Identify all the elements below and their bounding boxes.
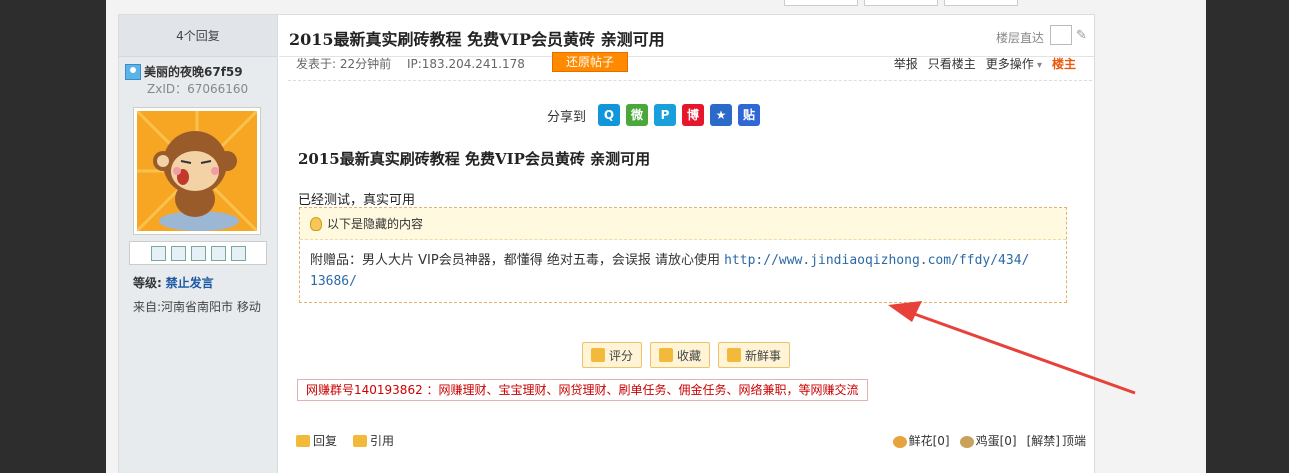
egg-icon — [959, 435, 974, 448]
hidden-link-cont[interactable]: 13686/ — [310, 274, 357, 289]
level-label: 等级: — [133, 276, 162, 290]
search-posts-icon[interactable] — [190, 245, 206, 261]
post-ip: IP:183.204.241.178 — [406, 57, 525, 71]
news-label: 新鲜事 — [745, 348, 782, 363]
qq-icon[interactable]: Q — [598, 104, 621, 126]
monkey-avatar-icon — [137, 111, 257, 231]
eggs-label: 鸡蛋[0] — [975, 434, 1017, 448]
reply-count: 4个回复 — [119, 15, 277, 57]
hidden-heading: 以下是隐藏的内容 — [327, 216, 424, 231]
hidden-content-box: 以下是隐藏的内容 附赠品：男人大片 VIP会员神器，都懂得 绝对五毒，会误报 请… — [299, 207, 1067, 303]
post-meta: 发表于: 22分钟前 IP:183.204.241.178 — [296, 55, 525, 72]
news-icon — [727, 348, 742, 362]
reply-link[interactable]: 回复 — [296, 432, 337, 449]
author-location: 来自:河南省南阳市 移动 — [133, 300, 261, 314]
eggs-link[interactable]: 鸡蛋[0] — [959, 432, 1017, 449]
reply-icon — [296, 434, 310, 447]
share-bar: 分享到 Q 微 P 博 ★ 贴 — [547, 104, 761, 126]
top-button-3[interactable] — [944, 0, 1018, 6]
flowers-link[interactable]: 鲜花[0] — [892, 432, 950, 449]
flowers-label: 鲜花[0] — [908, 434, 950, 448]
author-actions — [129, 241, 267, 265]
add-friend-icon[interactable] — [170, 245, 186, 261]
profile-icon[interactable] — [210, 245, 226, 261]
unlock-link[interactable]: [解禁] — [1027, 432, 1060, 449]
collect-button[interactable]: 收藏 — [650, 342, 711, 368]
post-title: 2015最新真实刷砖教程 免费VIP会员黄砖 亲测可用 — [289, 30, 665, 49]
rate-label: 评分 — [609, 348, 634, 363]
top-link[interactable]: 顶端 — [1062, 432, 1086, 449]
content-line: 已经测试，真实可用 — [298, 193, 416, 208]
quote-icon — [353, 434, 368, 447]
gift-icon[interactable] — [230, 245, 246, 261]
p-icon[interactable]: P — [654, 104, 677, 126]
share-label: 分享到 — [547, 109, 587, 125]
post-actions: 举报 只看楼主 更多操作 楼主 — [894, 55, 1076, 72]
message-icon[interactable] — [150, 245, 166, 261]
thumbs-up-icon — [591, 348, 605, 362]
quote-label: 引用 — [370, 434, 395, 448]
reply-label: 回复 — [313, 434, 338, 448]
hidden-content-text: 附赠品：男人大片 VIP会员神器，都懂得 绝对五毒，会误报 请放心使用 http… — [300, 240, 1066, 292]
star-icon[interactable]: ★ — [710, 104, 733, 126]
wechat-icon[interactable]: 微 — [626, 104, 649, 126]
rate-button[interactable]: 评分 — [582, 342, 643, 368]
more-actions-dropdown[interactable]: 更多操作 — [986, 55, 1042, 72]
author-column: 4个回复 美丽的夜晚67f59 ZxID：67066160 等级: 禁止发言 来… — [119, 15, 278, 473]
post-title-bar: 2015最新真实刷砖教程 免费VIP会员黄砖 亲测可用 楼层直达 ✎ — [279, 15, 1094, 57]
weibo-icon[interactable]: 博 — [682, 104, 705, 126]
star-outline-icon — [659, 348, 674, 362]
user-icon — [125, 63, 141, 80]
only-host-link[interactable]: 只看楼主 — [928, 55, 976, 72]
hidden-content-header: 以下是隐藏的内容 — [300, 208, 1066, 240]
quote-link[interactable]: 引用 — [353, 432, 394, 449]
content-title: 2015最新真实刷砖教程 免费VIP会员黄砖 亲测可用 — [298, 150, 651, 168]
top-button-1[interactable] — [784, 0, 858, 6]
post-time: 发表于: 22分钟前 — [296, 57, 392, 71]
floor-jump-label: 楼层直达 — [995, 31, 1044, 45]
restore-post-button[interactable]: 还原帖子 — [552, 52, 628, 72]
author-zxid: ZxID：67066160 — [147, 82, 249, 96]
forum-page: 4个回复 美丽的夜晚67f59 ZxID：67066160 等级: 禁止发言 来… — [106, 0, 1206, 473]
hidden-text: 附赠品：男人大片 VIP会员神器，都懂得 绝对五毒，会误报 请放心使用 — [310, 253, 725, 268]
post-button-row: 评分 收藏 新鲜事 — [582, 342, 791, 368]
tieba-icon[interactable]: 贴 — [738, 104, 761, 126]
author-name-text[interactable]: 美丽的夜晚67f59 — [144, 63, 243, 80]
hidden-link[interactable]: http://www.jindiaoqizhong.com/ffdy/434/ — [724, 253, 1029, 268]
meta-divider — [288, 80, 1092, 81]
level-value[interactable]: 禁止发言 — [166, 276, 214, 290]
report-link[interactable]: 举报 — [894, 55, 918, 72]
news-button[interactable]: 新鲜事 — [718, 342, 791, 368]
top-button-2[interactable] — [864, 0, 938, 6]
wrench-icon[interactable]: ✎ — [1076, 28, 1090, 43]
footer-left: 回复 引用 — [296, 432, 394, 449]
lightbulb-icon — [310, 216, 322, 231]
host-badge: 楼主 — [1051, 57, 1076, 71]
floor-jump-input[interactable] — [1050, 25, 1072, 45]
footer-right: 鲜花[0] 鸡蛋[0] [解禁] 顶端 — [892, 432, 1086, 449]
ad-banner[interactable]: 网赚群号140193862 ：网赚理财、宝宝理财、网贷理财、刷单任务、佣金任务、… — [297, 379, 868, 401]
collect-label: 收藏 — [677, 348, 702, 363]
author-level: 等级: 禁止发言 — [133, 274, 214, 291]
author-name[interactable]: 美丽的夜晚67f59 — [125, 63, 243, 80]
avatar[interactable] — [133, 107, 261, 235]
flower-icon — [892, 435, 907, 448]
avatar-image — [137, 111, 257, 231]
